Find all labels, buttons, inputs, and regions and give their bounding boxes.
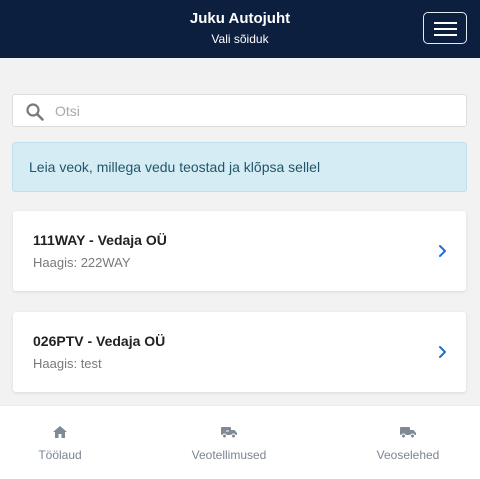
vehicle-title: 111WAY - Vedaja OÜ <box>33 232 167 248</box>
chevron-right-icon <box>439 245 446 257</box>
vehicle-card[interactable]: 111WAY - Vedaja OÜ Haagis: 222WAY <box>13 211 466 291</box>
truck-icon <box>221 427 237 439</box>
page-subtitle: Vali sõiduk <box>211 32 269 46</box>
chevron-right-icon <box>439 346 446 358</box>
menu-bar <box>434 34 457 36</box>
menu-bar <box>434 28 457 30</box>
nav-label: Töölaud <box>38 448 82 462</box>
home-icon <box>53 426 67 438</box>
nav-item-veoselehed[interactable]: Veoselehed <box>363 406 453 479</box>
vehicle-card[interactable]: 026PTV - Vedaja OÜ Haagis: test <box>13 312 466 392</box>
vehicle-trailer: Haagis: 222WAY <box>33 255 131 270</box>
nav-label: Veoselehed <box>376 448 440 462</box>
app-title: Juku Autojuht <box>189 10 291 27</box>
header-titles: Juku Autojuht Vali sõiduk <box>0 9 480 47</box>
menu-button[interactable] <box>423 12 467 44</box>
info-alert-text: Leia veok, millega vedu teostad ja klõps… <box>29 159 321 175</box>
search-icon <box>26 103 44 121</box>
search-input[interactable] <box>55 99 455 123</box>
nav-label: Veotellimused <box>191 448 267 462</box>
vehicle-title: 026PTV - Vedaja OÜ <box>33 333 166 349</box>
app-header: Juku Autojuht Vali sõiduk <box>0 0 480 58</box>
info-alert: Leia veok, millega vedu teostad ja klõps… <box>12 142 467 192</box>
search-box[interactable] <box>12 94 467 127</box>
nav-item-toolaud[interactable]: Töölaud <box>20 406 100 479</box>
vehicle-trailer: Haagis: test <box>33 356 102 371</box>
truck-icon <box>400 427 416 439</box>
nav-item-veotellimused[interactable]: Veotellimused <box>174 406 284 479</box>
bottom-navigation: Töölaud Veotellimused Veoselehed <box>0 405 480 479</box>
menu-bar <box>434 22 457 24</box>
